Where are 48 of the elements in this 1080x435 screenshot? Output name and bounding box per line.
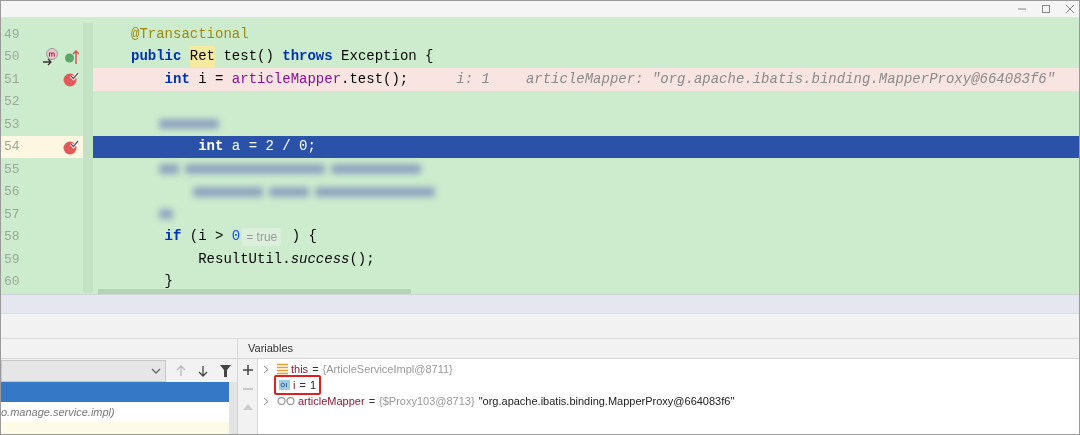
override-method-icon[interactable] [41,47,61,66]
horizontal-scrollbar[interactable] [98,289,411,294]
code-text: test() throws Exception { [222,47,434,67]
line-number: 60 [4,273,21,291]
code-text: ResultUtil.success(); [197,249,375,269]
line-number: 59 [4,250,21,269]
line-number: 53 [4,115,21,134]
code-text: } [163,272,173,292]
maximize-icon[interactable] [1041,4,1051,14]
chevron-right-icon[interactable] [263,396,269,406]
line-number: 56 [4,183,21,201]
line-number: 57 [4,205,21,224]
plus-icon[interactable] [242,365,253,375]
implemented-icon[interactable] [65,48,79,65]
highlighted-word: Ret [189,46,216,68]
scrollbar[interactable] [229,382,237,434]
link-icon [277,397,295,405]
inline-value-hint: i: 1 [456,69,490,89]
code-text: @Transactional [131,24,249,44]
breakpoint-icon[interactable] [63,138,79,155]
field-list-icon [277,363,288,375]
close-icon[interactable] [1065,4,1075,14]
line-number: 54 [4,138,21,156]
line-number: 50 [4,48,21,66]
breakpoint-icon[interactable] [63,71,79,88]
line-number: 52 [4,93,21,111]
arrow-up-icon[interactable] [176,364,186,377]
line-number: 49 [4,25,21,44]
code-text: if (i > 0 [163,227,241,247]
panel-title: Variables [248,341,294,357]
primitive-type-icon [279,380,290,390]
variable-entry[interactable]: articleMapper = {$Proxy103@8713} "org.apache.ibatis.binding.MapperProxy@664083f6" [298,392,735,410]
chevron-right-icon[interactable] [263,364,269,374]
line-number: 55 [4,160,21,179]
variable-entry[interactable]: this = {ArticleServiceImpl@8711} [291,360,453,378]
filter-icon[interactable] [220,364,231,377]
blurred-code [269,186,309,197]
line-number: 58 [4,228,21,246]
inline-value-hint: = true [242,227,282,246]
chevron-down-icon [151,367,161,374]
code-text: public [131,47,183,67]
variable-entry[interactable]: i = 1 [293,376,316,394]
arrow-down-icon[interactable] [198,364,208,377]
code-text: int a = 2 / 0; [197,137,316,157]
code-text: int i = articleMapper.test(); [163,69,409,89]
inline-value-hint: articleMapper: "org.apache.ibatis.binding.MapperProxy@664083f6" [525,69,1056,89]
code-text: ) { [290,227,317,247]
line-number: 51 [4,70,21,89]
